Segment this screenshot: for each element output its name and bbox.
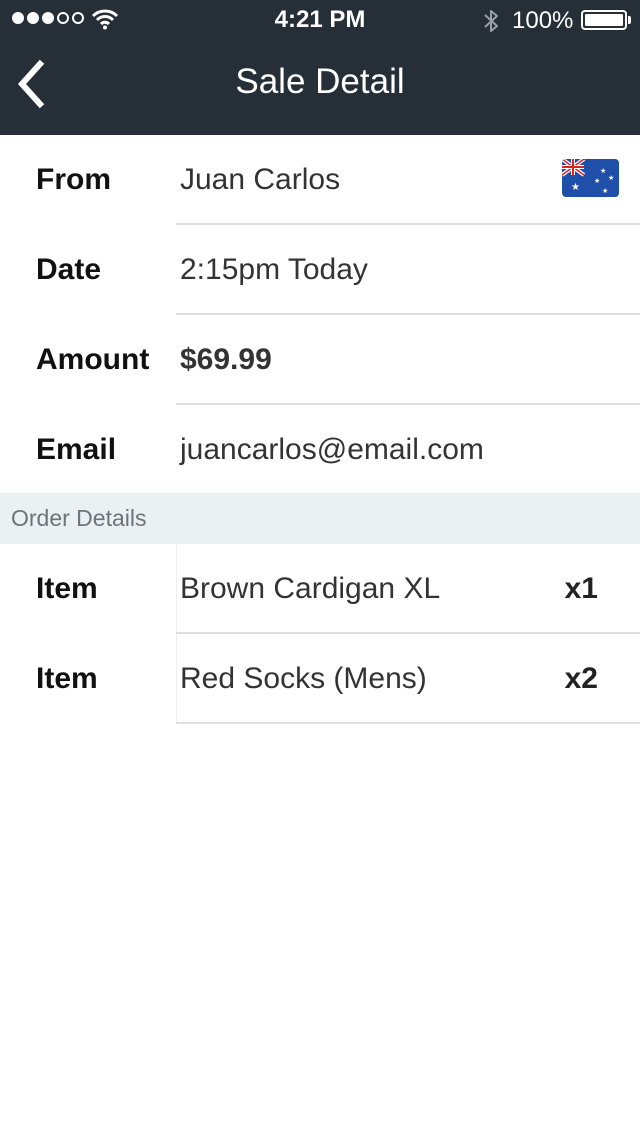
svg-text:★: ★ — [600, 167, 606, 175]
svg-text:★: ★ — [602, 187, 608, 195]
detail-row-from: From Juan Carlos — [0, 135, 640, 225]
nav-header: 4:21 PM 100% Sale Detail — [0, 0, 640, 135]
date-label: Date — [36, 253, 102, 286]
item-quantity: x2 — [564, 662, 598, 695]
svg-text:★: ★ — [608, 174, 614, 182]
date-value: 2:15pm Today — [180, 253, 368, 286]
detail-row-date: Date 2:15pm Today — [0, 225, 640, 315]
email-label: Email — [36, 433, 117, 466]
item-name: Brown Cardigan XL — [180, 572, 441, 605]
item-label: Item — [36, 662, 98, 695]
page-title: Sale Detail — [235, 62, 405, 101]
svg-text:★: ★ — [571, 182, 580, 193]
from-value: Juan Carlos — [180, 163, 341, 196]
detail-row-amount: Amount $69.99 — [0, 315, 640, 405]
amount-label: Amount — [36, 343, 150, 376]
order-item-row: Item Red Socks (Mens) x2 — [0, 634, 640, 724]
order-item-row: Item Brown Cardigan XL x1 — [0, 544, 640, 634]
status-bar: 4:21 PM 100% — [0, 0, 640, 40]
battery-percentage: 100% — [512, 7, 574, 34]
detail-row-email: Email juancarlos@email.com — [0, 405, 640, 495]
svg-text:★: ★ — [594, 177, 600, 185]
item-quantity: x1 — [564, 572, 598, 605]
item-label: Item — [36, 572, 98, 605]
australia-flag-icon: ★ ★ ★ ★ ★ — [562, 159, 619, 197]
item-name: Red Socks (Mens) — [180, 662, 427, 695]
amount-value: $69.99 — [180, 343, 272, 376]
order-details-section-header: Order Details — [0, 493, 640, 544]
from-label: From — [36, 163, 111, 196]
row-divider — [176, 722, 640, 724]
section-title: Order Details — [11, 505, 147, 531]
email-value[interactable]: juancarlos@email.com — [180, 405, 484, 495]
bluetooth-icon — [484, 10, 498, 32]
battery-icon — [581, 10, 631, 30]
